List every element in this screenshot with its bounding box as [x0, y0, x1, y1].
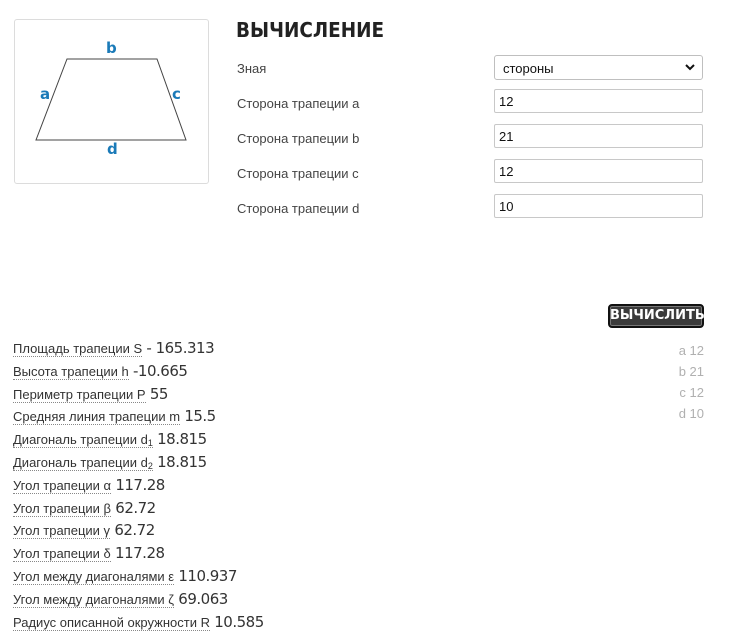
summary-a: a 12 — [678, 343, 704, 358]
side-d-input[interactable] — [494, 194, 703, 218]
result-value: 15.5 — [180, 407, 216, 426]
result-row: Высота трапеции h -10.665 — [13, 362, 264, 385]
result-row: Средняя линия трапеции m 15.5 — [13, 407, 264, 430]
result-label: Периметр трапеции P — [13, 386, 146, 403]
page-title: ВЫЧИСЛЕНИЕ — [236, 18, 385, 42]
result-value: -10.665 — [128, 361, 188, 380]
side-b-label: Сторона трапеции b — [237, 131, 360, 146]
side-a-input[interactable] — [494, 89, 703, 113]
result-row: Радиус описанной окружности R 10.585 — [13, 613, 264, 636]
result-value: 69.063 — [174, 589, 228, 608]
result-row: Площадь трапеции S - 165.313 — [13, 339, 264, 362]
result-label: Радиус описанной окружности R — [13, 614, 210, 631]
result-row: Периметр трапеции P 55 — [13, 385, 264, 408]
result-row: Угол трапеции α 117.28 — [13, 476, 264, 499]
side-a-label: Сторона трапеции a — [237, 96, 360, 111]
result-label: Угол трапеции γ — [13, 523, 111, 540]
result-row: Диагональ трапеции d1 18.815 — [13, 430, 264, 453]
side-d-label: Сторона трапеции d — [237, 201, 360, 216]
result-value: 62.72 — [111, 498, 156, 517]
label-a: a — [40, 85, 51, 103]
side-b-input[interactable] — [494, 124, 703, 148]
result-row: Угол трапеции δ 117.28 — [13, 544, 264, 567]
result-value: 117.28 — [111, 475, 165, 494]
result-value: 110.937 — [174, 566, 237, 585]
summary-c: c 12 — [679, 385, 704, 400]
known-label: Зная — [237, 61, 267, 76]
side-c-input[interactable] — [494, 159, 703, 183]
result-row: Диагональ трапеции d2 18.815 — [13, 453, 264, 476]
label-b: b — [106, 39, 117, 57]
result-value: 55 — [145, 384, 169, 403]
result-label: Высота трапеции h — [13, 363, 129, 380]
result-row: Угол трапеции γ 62.72 — [13, 521, 264, 544]
known-select[interactable]: стороны — [494, 55, 703, 80]
label-d: d — [107, 140, 118, 158]
trapezoid-figure: b a c d — [14, 19, 209, 184]
side-c-label: Сторона трапеции c — [237, 166, 359, 181]
result-value: 117.28 — [110, 544, 165, 563]
trapezoid-shape — [35, 58, 187, 141]
label-c: c — [172, 85, 181, 103]
result-label: Средняя линия трапеции m — [13, 409, 181, 426]
result-value: 18.815 — [152, 430, 207, 449]
result-label: Угол трапеции α — [13, 477, 112, 494]
calculate-button[interactable]: ВЫЧИСЛИТЬ — [608, 304, 705, 328]
chevron-down-icon — [685, 64, 695, 71]
input-summary: a 12 b 21 c 12 d 10 — [679, 340, 704, 424]
result-value: 10.585 — [209, 612, 264, 631]
result-value: - 165.313 — [142, 339, 215, 357]
results-list: Площадь трапеции S - 165.313 Высота трапе… — [13, 339, 264, 635]
result-label: Диагональ трапеции d1 — [13, 432, 153, 449]
result-label: Площадь трапеции S — [13, 341, 143, 357]
result-row: Угол между диагоналями ε 110.937 — [13, 567, 264, 590]
result-row: Угол трапеции β 62.72 — [13, 499, 264, 522]
result-label: Угол трапеции δ — [13, 546, 111, 563]
summary-d: d 10 — [678, 406, 704, 421]
result-label: Диагональ трапеции d2 — [13, 454, 153, 471]
result-label: Угол трапеции β — [13, 500, 112, 517]
summary-b: b 21 — [678, 364, 704, 379]
result-label: Угол между диагоналями ε — [13, 568, 175, 585]
result-row: Угол между диагоналями ζ 69.063 — [13, 590, 264, 613]
result-value: 18.815 — [152, 452, 207, 471]
known-select-value: стороны — [503, 61, 554, 76]
result-value: 62.72 — [110, 521, 155, 540]
result-label: Угол между диагоналями ζ — [13, 591, 175, 608]
